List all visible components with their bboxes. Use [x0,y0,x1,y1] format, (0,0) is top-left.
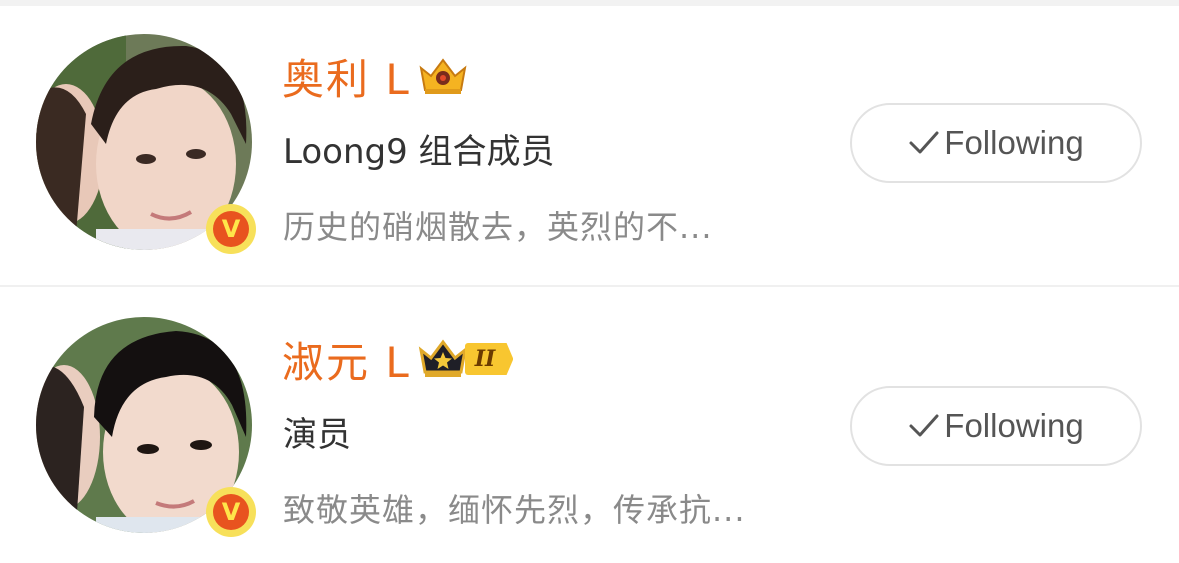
following-button[interactable]: Following [850,103,1142,183]
following-list-page: V 奥利 L Loong9 组合成员 历史的硝烟散去，英烈的不... Follo… [0,0,1179,563]
user-description: 演员 [283,415,351,455]
user-bio: 历史的硝烟散去，英烈的不... [283,208,713,246]
user-name[interactable]: 奥利 L [282,46,411,107]
verified-badge-icon: V [206,487,256,537]
checkmark-icon [908,412,940,440]
verified-badge-icon: V [206,204,256,254]
user-list-item[interactable]: V 奥利 L Loong9 组合成员 历史的硝烟散去，英烈的不... Follo… [0,6,1179,286]
checkmark-icon [908,129,940,157]
dark-star-crown-icon [417,338,469,380]
user-name-line: 淑元 L II [282,329,514,390]
user-list-item[interactable]: V 淑元 L II 演员 致敬英雄，缅怀先烈，传承抗... Following [0,289,1179,563]
user-name-line: 奥利 L [282,46,469,106]
user-bio: 致敬英雄，缅怀先烈，传承抗... [283,491,746,529]
gold-crown-icon [417,56,469,96]
user-name[interactable]: 淑元 L [282,329,411,390]
following-label: Following [944,124,1084,161]
row-divider [0,285,1179,287]
user-description: Loong9 组合成员 [283,132,555,172]
following-label: Following [944,407,1084,444]
level-tag: II [464,343,514,375]
following-button[interactable]: Following [850,386,1142,466]
